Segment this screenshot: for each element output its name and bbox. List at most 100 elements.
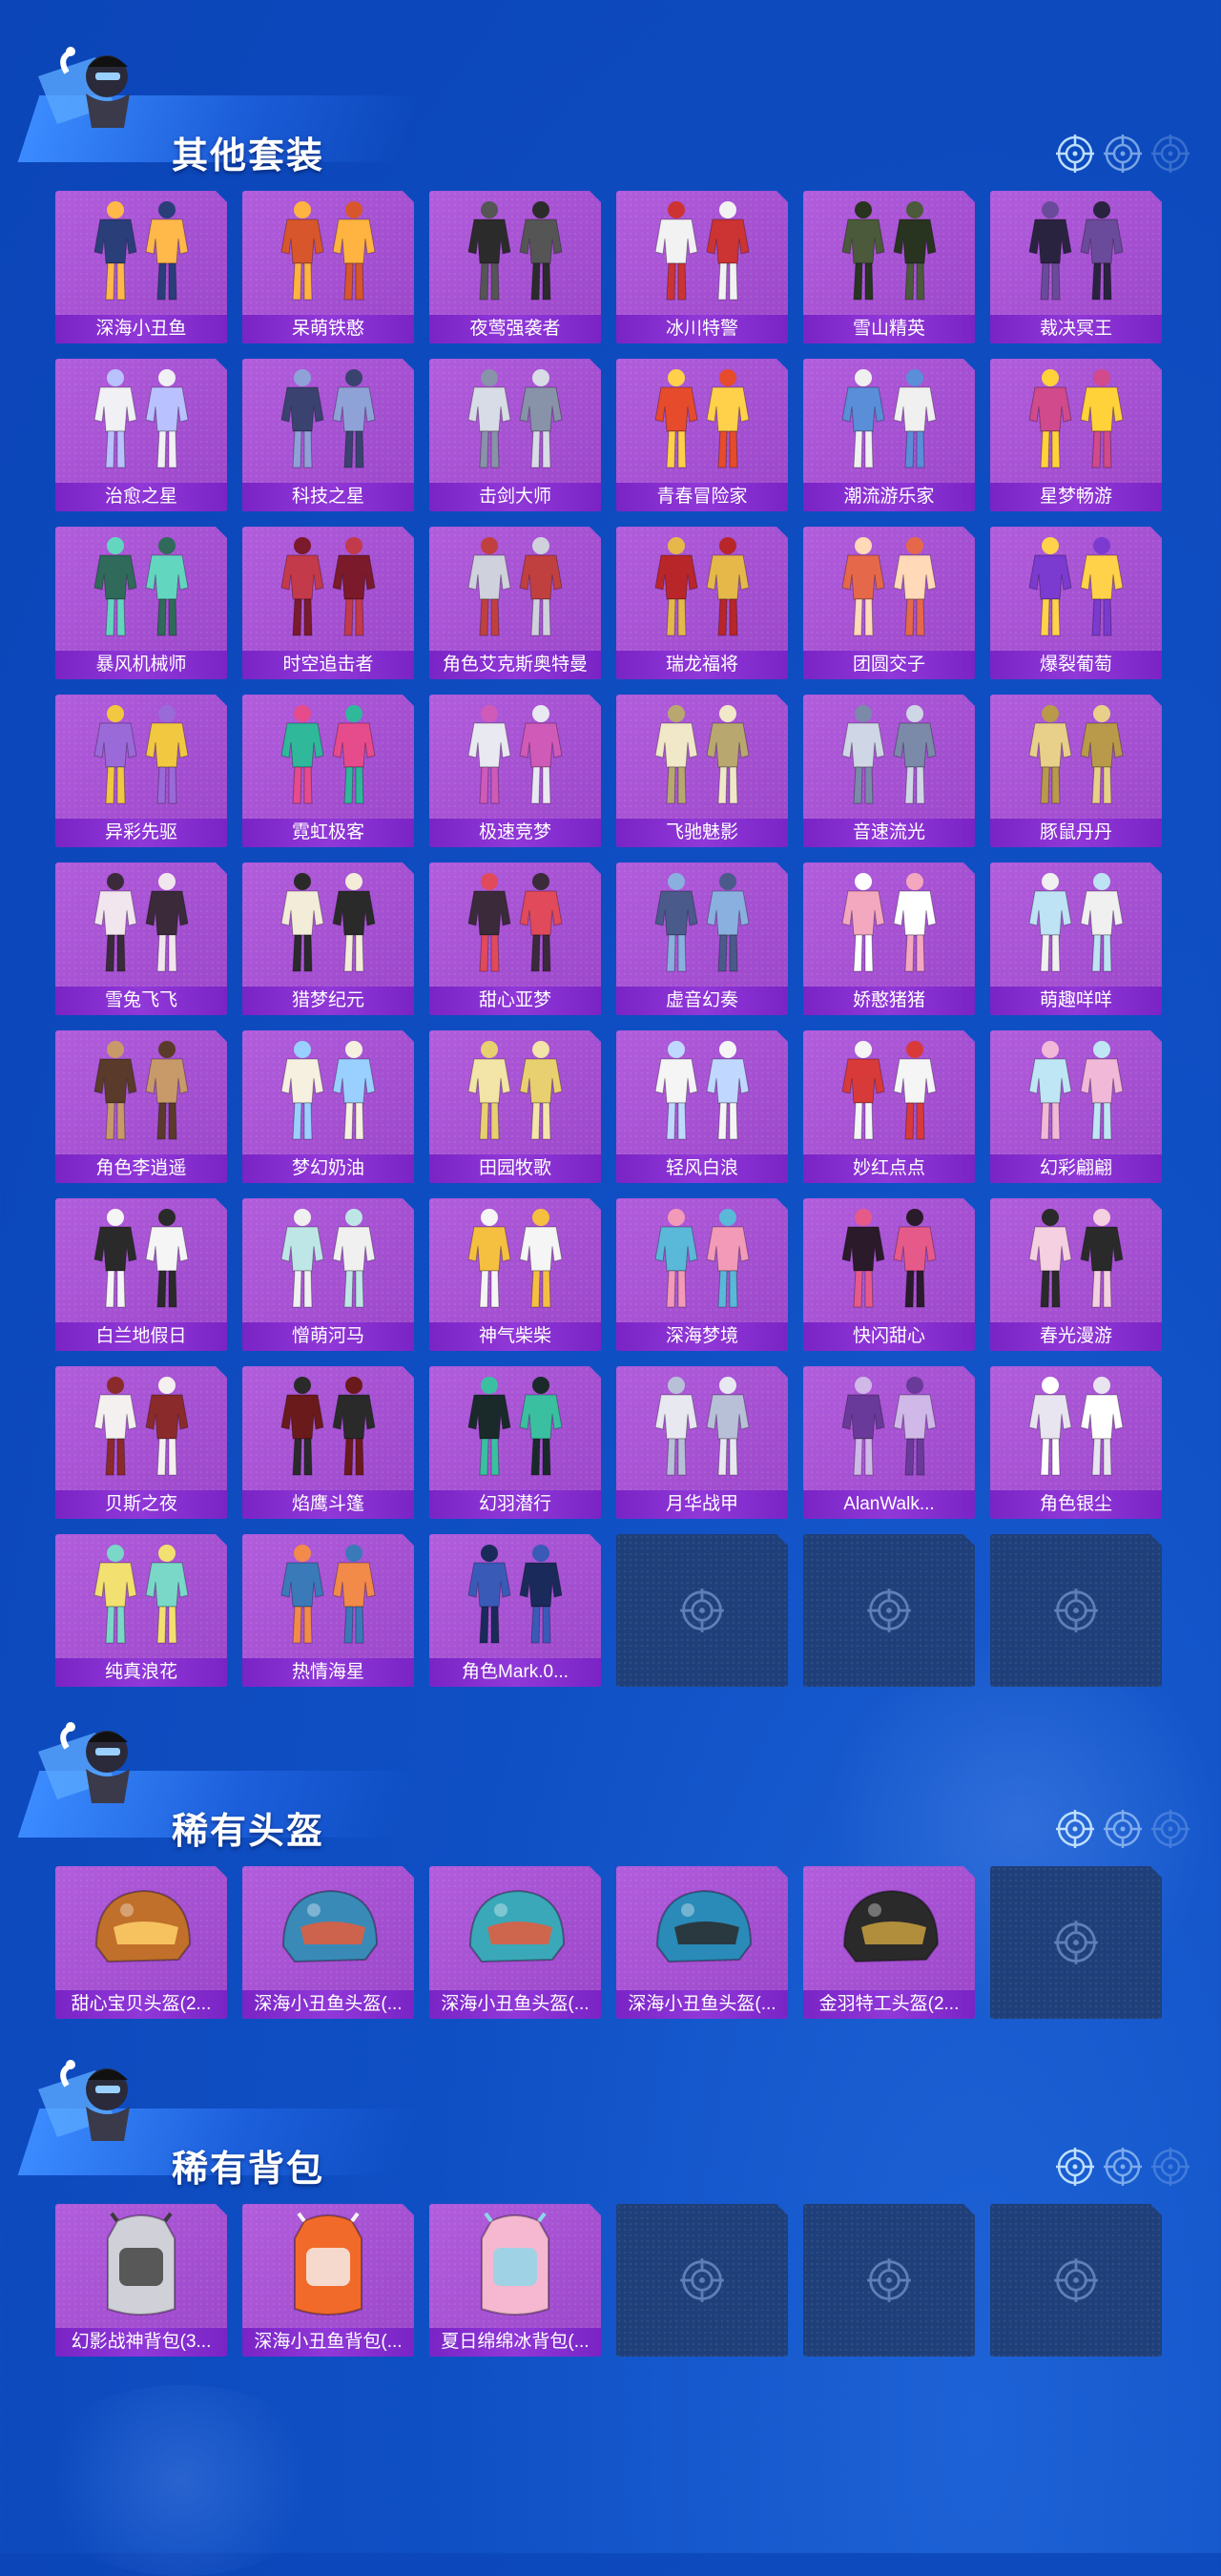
empty-slot — [990, 2204, 1162, 2357]
item-card[interactable]: 瑞龙福将 — [616, 527, 788, 679]
crosshair-icon — [1150, 134, 1190, 174]
outfit-icon — [640, 532, 764, 645]
item-card[interactable]: 科技之星 — [242, 359, 414, 511]
item-card[interactable]: 雪兔飞飞 — [55, 862, 227, 1015]
section-title: 稀有背包 — [172, 2150, 325, 2190]
item-card[interactable]: 轻风白浪 — [616, 1030, 788, 1183]
item-card[interactable]: 田园牧歌 — [429, 1030, 601, 1183]
crosshair-icon — [1103, 134, 1143, 174]
item-card[interactable]: 妙红点点 — [803, 1030, 975, 1183]
item-name: 纯真浪花 — [55, 1658, 227, 1687]
item-card[interactable]: 霓虹极客 — [242, 695, 414, 847]
mascot-icon — [29, 2051, 162, 2156]
outfit-icon — [266, 197, 390, 309]
outfit-icon — [266, 700, 390, 813]
item-name: 快闪甜心 — [803, 1322, 975, 1351]
item-card[interactable]: 金羽特工头盔(2... — [803, 1866, 975, 2019]
item-card[interactable]: 角色艾克斯奥特曼 — [429, 527, 601, 679]
item-card[interactable]: 焰鹰斗篷 — [242, 1366, 414, 1519]
item-card[interactable]: 爆裂葡萄 — [990, 527, 1162, 679]
item-card[interactable]: 角色Mark.0... — [429, 1534, 601, 1687]
item-card[interactable]: 治愈之星 — [55, 359, 227, 511]
item-card[interactable]: 猎梦纪元 — [242, 862, 414, 1015]
item-card[interactable]: 音速流光 — [803, 695, 975, 847]
item-card[interactable]: 深海小丑鱼背包(... — [242, 2204, 414, 2357]
crosshair-icon — [866, 1588, 912, 1633]
item-name: 焰鹰斗篷 — [242, 1490, 414, 1519]
item-name: 霓虹极客 — [242, 819, 414, 847]
item-card[interactable]: 异彩先驱 — [55, 695, 227, 847]
helmet-icon — [79, 1872, 203, 1984]
item-card[interactable]: 角色李逍遥 — [55, 1030, 227, 1183]
outfit-icon — [453, 1036, 577, 1149]
item-name: 呆萌铁憨 — [242, 315, 414, 343]
section-3: 稀有背包 幻影战神背包(3... 深海小丑鱼背包(... 夏日绵绵冰背包(... — [0, 2051, 1221, 2156]
item-name: 深海小丑鱼 — [55, 315, 227, 343]
item-card[interactable]: 深海小丑鱼头盔(... — [242, 1866, 414, 2019]
item-name: 幻影战神背包(3... — [55, 2328, 227, 2357]
item-name: 角色艾克斯奥特曼 — [429, 651, 601, 679]
item-card[interactable]: 甜心宝贝头盔(2... — [55, 1866, 227, 2019]
item-card[interactable]: 角色银尘 — [990, 1366, 1162, 1519]
item-card[interactable]: 豚鼠丹丹 — [990, 695, 1162, 847]
item-card[interactable]: 甜心亚梦 — [429, 862, 601, 1015]
outfit-icon — [827, 1372, 951, 1485]
item-card[interactable]: 夜莺强袭者 — [429, 191, 601, 343]
item-card[interactable]: 白兰地假日 — [55, 1198, 227, 1351]
item-card[interactable]: 春光漫游 — [990, 1198, 1162, 1351]
item-card[interactable]: 萌趣咩咩 — [990, 862, 1162, 1015]
crosshair-icon — [679, 2257, 725, 2303]
item-card[interactable]: 梦幻奶油 — [242, 1030, 414, 1183]
item-card[interactable]: 夏日绵绵冰背包(... — [429, 2204, 601, 2357]
item-card[interactable]: 潮流游乐家 — [803, 359, 975, 511]
outfit-icon — [827, 532, 951, 645]
item-card[interactable]: 星梦畅游 — [990, 359, 1162, 511]
item-card[interactable]: 雪山精英 — [803, 191, 975, 343]
item-card[interactable]: 月华战甲 — [616, 1366, 788, 1519]
mascot-icon — [29, 38, 162, 143]
item-card[interactable]: 团圆交子 — [803, 527, 975, 679]
item-card[interactable]: 飞驰魅影 — [616, 695, 788, 847]
item-card[interactable]: 快闪甜心 — [803, 1198, 975, 1351]
item-card[interactable]: 极速竞梦 — [429, 695, 601, 847]
header-target-icons — [1055, 2147, 1190, 2187]
outfit-icon — [827, 197, 951, 309]
item-card[interactable]: 击剑大师 — [429, 359, 601, 511]
outfit-icon — [827, 700, 951, 813]
empty-slot — [616, 2204, 788, 2357]
item-card[interactable]: 暴风机械师 — [55, 527, 227, 679]
empty-slot — [990, 1534, 1162, 1687]
item-name: 虚音幻奏 — [616, 987, 788, 1015]
item-card[interactable]: 呆萌铁憨 — [242, 191, 414, 343]
crosshair-icon — [1053, 2257, 1099, 2303]
item-card[interactable]: 深海小丑鱼头盔(... — [429, 1866, 601, 2019]
item-card[interactable]: 深海梦境 — [616, 1198, 788, 1351]
item-card[interactable]: 贝斯之夜 — [55, 1366, 227, 1519]
crosshair-icon — [1150, 2147, 1190, 2187]
item-card[interactable]: 幻彩翩翩 — [990, 1030, 1162, 1183]
item-name: 深海小丑鱼背包(... — [242, 2328, 414, 2357]
item-card[interactable]: 热情海星 — [242, 1534, 414, 1687]
item-card[interactable]: 纯真浪花 — [55, 1534, 227, 1687]
outfit-icon — [1014, 364, 1138, 477]
item-card[interactable]: 深海小丑鱼 — [55, 191, 227, 343]
item-card[interactable]: AlanWalk... — [803, 1366, 975, 1519]
item-card[interactable]: 虚音幻奏 — [616, 862, 788, 1015]
section-header: 稀有背包 — [0, 2051, 1221, 2190]
outfit-icon — [79, 197, 203, 309]
item-card[interactable]: 娇憨猪猪 — [803, 862, 975, 1015]
item-name: 豚鼠丹丹 — [990, 819, 1162, 847]
outfit-icon — [79, 1036, 203, 1149]
item-card[interactable]: 深海小丑鱼头盔(... — [616, 1866, 788, 2019]
item-card[interactable]: 神气柴柴 — [429, 1198, 601, 1351]
item-card[interactable]: 冰川特警 — [616, 191, 788, 343]
item-card[interactable]: 裁决冥王 — [990, 191, 1162, 343]
item-card[interactable]: 憎萌河马 — [242, 1198, 414, 1351]
item-card[interactable]: 幻羽潜行 — [429, 1366, 601, 1519]
item-card[interactable]: 幻影战神背包(3... — [55, 2204, 227, 2357]
crosshair-icon — [1055, 2147, 1095, 2187]
item-name: 轻风白浪 — [616, 1154, 788, 1183]
item-card[interactable]: 青春冒险家 — [616, 359, 788, 511]
item-name: AlanWalk... — [803, 1490, 975, 1519]
item-card[interactable]: 时空追击者 — [242, 527, 414, 679]
